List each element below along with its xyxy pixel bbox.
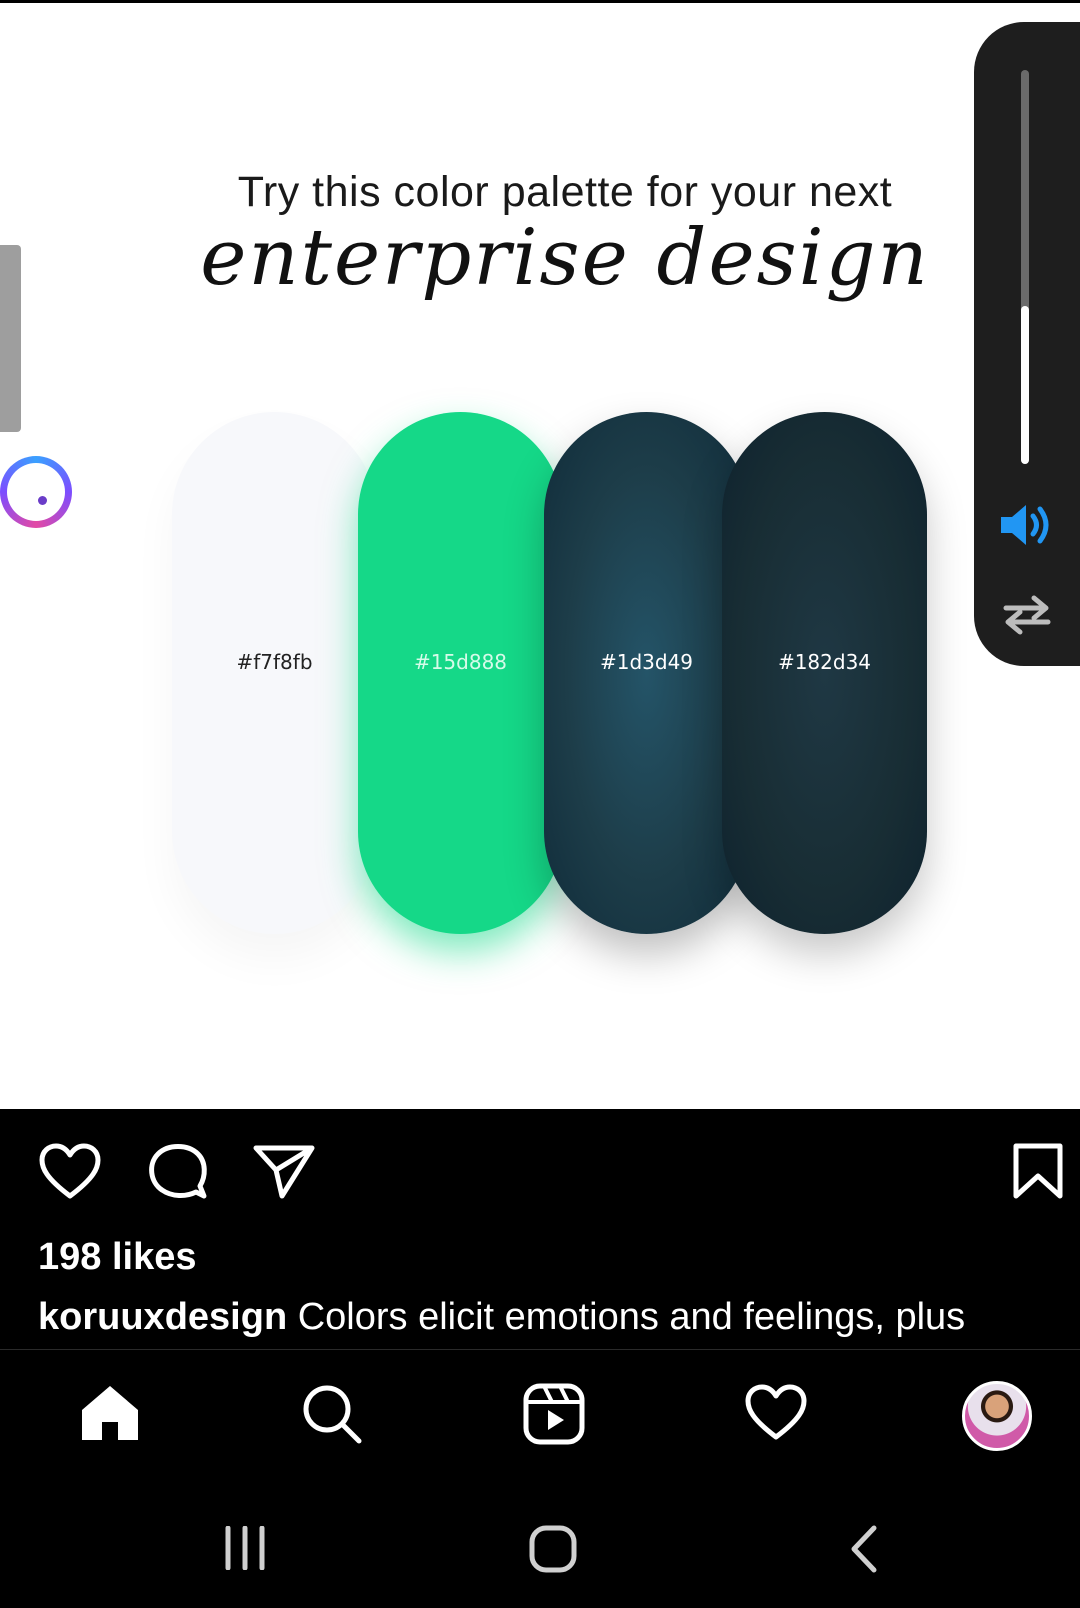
swap-arrows-icon[interactable] xyxy=(1000,592,1054,638)
volume-panel[interactable] xyxy=(974,22,1080,666)
speaker-volume-icon[interactable] xyxy=(997,500,1057,550)
back-icon[interactable] xyxy=(846,1524,880,1574)
activity-heart-icon[interactable] xyxy=(744,1382,808,1442)
likes-count[interactable]: 198 likes xyxy=(38,1236,196,1279)
bookmark-icon[interactable] xyxy=(1012,1142,1064,1200)
reels-icon[interactable] xyxy=(522,1382,586,1446)
volume-slider[interactable] xyxy=(1021,70,1029,464)
palette-swatch-2: #15d888 xyxy=(358,412,563,934)
swatch-hex-label: #15d888 xyxy=(413,650,508,674)
nav-divider xyxy=(0,1349,1080,1350)
comment-icon[interactable] xyxy=(148,1142,208,1200)
heart-icon[interactable] xyxy=(38,1142,102,1200)
swatch-hex-label: #182d34 xyxy=(777,650,872,674)
post-script-title: enterprise design xyxy=(200,213,930,303)
palette-swatch-3: #1d3d49 xyxy=(544,412,749,934)
floating-assistant-icon[interactable] xyxy=(0,456,72,528)
palette-swatch-4: #182d34 xyxy=(722,412,927,934)
profile-avatar[interactable] xyxy=(962,1381,1032,1451)
swatch-hex-label: #f7f8fb xyxy=(236,650,313,674)
post-headline: Try this color palette for your next xyxy=(237,168,893,216)
volume-slider-fill xyxy=(1021,306,1029,464)
share-icon[interactable] xyxy=(252,1142,316,1200)
edge-panel-handle[interactable] xyxy=(0,245,21,432)
recent-apps-icon[interactable] xyxy=(222,1526,268,1570)
caption-text: Colors elicit emotions and feelings, plu… xyxy=(297,1296,966,1338)
home-button-icon[interactable] xyxy=(528,1524,578,1574)
post-caption[interactable]: koruuxdesign Colors elicit emotions and … xyxy=(38,1296,1058,1339)
post-image[interactable]: Try this color palette for your next ent… xyxy=(0,3,1080,1109)
palette-swatch-1: #f7f8fb xyxy=(172,412,377,934)
home-icon[interactable] xyxy=(78,1382,142,1444)
swatch-hex-label: #1d3d49 xyxy=(599,650,694,674)
caption-username[interactable]: koruuxdesign xyxy=(38,1296,287,1338)
search-icon[interactable] xyxy=(300,1382,364,1446)
